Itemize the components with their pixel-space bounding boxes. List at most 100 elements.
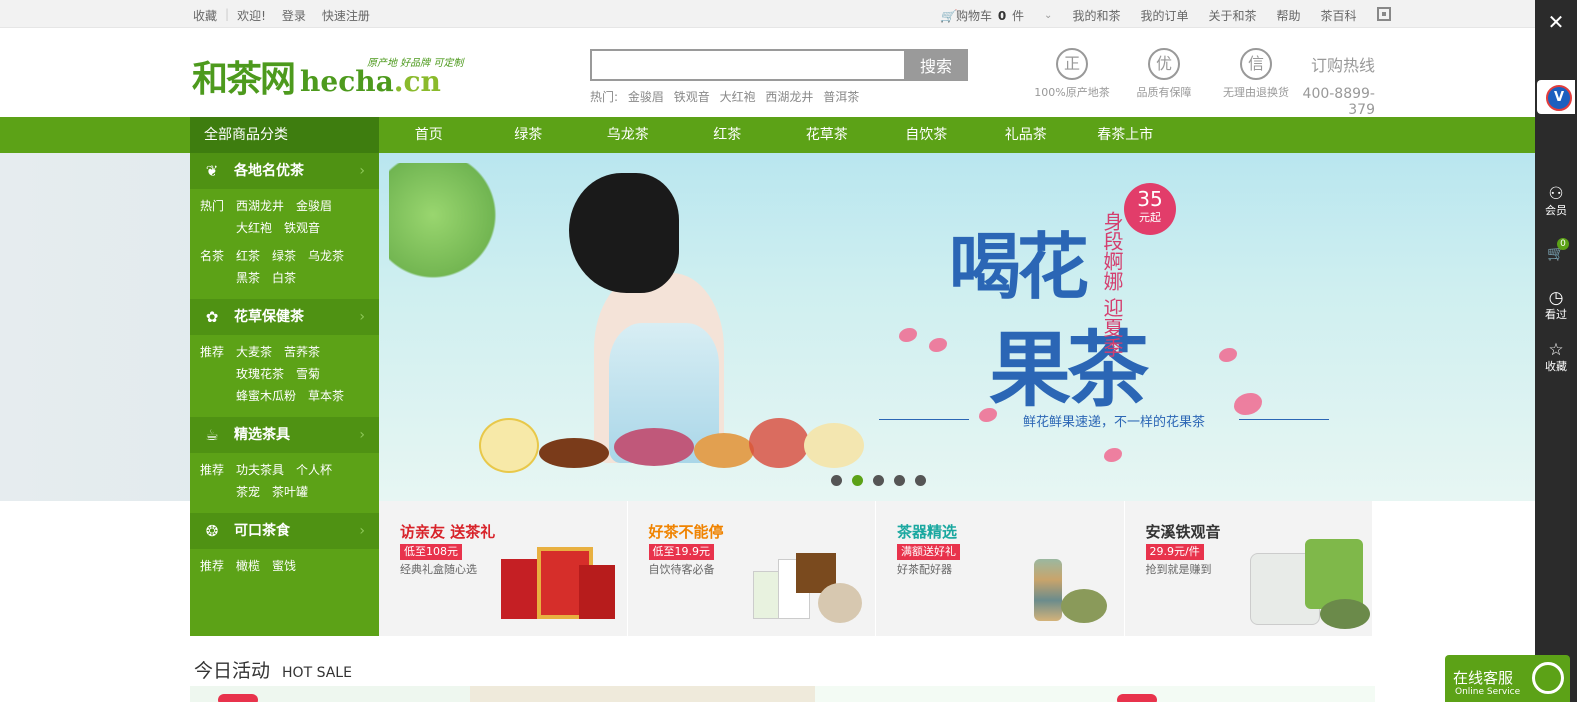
close-icon[interactable]: ✕: [1543, 10, 1569, 34]
my-orders-link[interactable]: 我的订单: [1130, 7, 1198, 24]
nav-herbal[interactable]: 花草茶: [777, 117, 877, 153]
cart-count: 0: [997, 9, 1007, 23]
order-hotline: 订购热线 400-8899-379: [1280, 52, 1375, 118]
row-label: 热门: [200, 199, 225, 213]
category-link[interactable]: 茶宠: [236, 481, 260, 503]
chat-icon: [1532, 662, 1564, 694]
logo-english: hecha.cn: [300, 65, 441, 98]
category-link[interactable]: 西湖龙井: [236, 195, 284, 217]
user-icon: ⚇: [1548, 184, 1564, 204]
category-link[interactable]: 绿茶: [272, 245, 296, 267]
promo-tag: 29.9元/件: [1145, 544, 1204, 560]
category-link[interactable]: 大红袍: [236, 217, 272, 239]
category-link[interactable]: 白茶: [272, 267, 296, 289]
category-link[interactable]: 苦荞茶: [284, 341, 320, 363]
category-link[interactable]: 大麦茶: [236, 341, 272, 363]
category-header[interactable]: ☕ 精选茶具 ›: [190, 417, 379, 453]
category-link[interactable]: 个人杯: [296, 459, 332, 481]
category-header[interactable]: ✿ 花草保健茶 ›: [190, 299, 379, 335]
cart-icon: 🛒: [1547, 246, 1565, 262]
hot-term[interactable]: 大红袍: [720, 90, 756, 104]
online-service-button[interactable]: 在线客服 Online Service: [1445, 655, 1570, 702]
category-link[interactable]: 铁观音: [284, 217, 320, 239]
chevron-right-icon: ›: [359, 163, 365, 179]
category-link[interactable]: 乌龙茶: [308, 245, 344, 267]
category-link[interactable]: 红茶: [236, 245, 260, 267]
category-link[interactable]: 草本茶: [308, 385, 344, 407]
nav-black-tea[interactable]: 红茶: [678, 117, 778, 153]
viewed-button[interactable]: ◷ 看过: [1535, 288, 1577, 322]
tea-wiki-link[interactable]: 茶百科: [1311, 7, 1367, 24]
qr-code-icon[interactable]: [1367, 7, 1401, 24]
cups-stack-image: [1034, 559, 1062, 621]
category-link[interactable]: 茶叶罐: [272, 481, 308, 503]
promise-label: 100%原产地茶: [1034, 86, 1110, 99]
login-link[interactable]: 登录: [274, 7, 314, 24]
category-link[interactable]: 功夫茶具: [236, 459, 284, 481]
category-link[interactable]: 黑茶: [236, 267, 260, 289]
cart-icon: 🛒: [940, 9, 955, 23]
carousel-dot[interactable]: [831, 475, 842, 486]
genuine-icon: 正: [1056, 48, 1088, 80]
activity-card[interactable]: [815, 686, 1375, 702]
hair-illustration: [569, 173, 679, 293]
category-link[interactable]: 橄榄: [236, 555, 260, 577]
nav-self-drink[interactable]: 自饮茶: [877, 117, 977, 153]
leaf-icon: ❦: [205, 162, 219, 180]
chevron-down-icon[interactable]: ⌄: [1034, 10, 1062, 21]
hot-term[interactable]: 普洱茶: [823, 90, 859, 104]
nav-gift-tea[interactable]: 礼品茶: [976, 117, 1076, 153]
promo-tile-gift[interactable]: 访亲友 送茶礼 低至108元 经典礼盒随心选: [379, 501, 628, 636]
my-hecha-link[interactable]: 我的和茶: [1062, 7, 1130, 24]
help-link[interactable]: 帮助: [1266, 7, 1310, 24]
category-link[interactable]: 雪菊: [296, 363, 320, 385]
teapot-image: [1061, 589, 1107, 623]
hot-term[interactable]: 西湖龙井: [765, 90, 813, 104]
hot-term[interactable]: 金骏眉: [628, 90, 664, 104]
carousel-dot[interactable]: [894, 475, 905, 486]
carousel-dot[interactable]: [873, 475, 884, 486]
category-tea-snacks: ❂ 可口茶食 › 推荐 橄榄 蜜饯: [190, 513, 379, 587]
member-button[interactable]: ⚇ 会员: [1535, 184, 1577, 218]
promo-tile-tieguanyin[interactable]: 安溪铁观音 29.9元/件 抢到就是赚到: [1124, 501, 1373, 636]
carousel-dots: [831, 475, 926, 486]
promo-tile-tea-ware[interactable]: 茶器精选 满额送好礼 好茶配好器: [876, 501, 1125, 636]
hero-banner[interactable]: 喝花 果茶 身段婀娜 迎夏季 35 元起 鲜花鲜果速递，不一样的花果茶: [379, 153, 1535, 501]
cart-link[interactable]: 🛒购物车 0 件: [930, 7, 1034, 24]
nav-oolong[interactable]: 乌龙茶: [578, 117, 678, 153]
nav-spring-tea[interactable]: 春茶上市: [1076, 117, 1176, 153]
activity-card[interactable]: [470, 686, 815, 702]
category-link[interactable]: 玫瑰花茶: [236, 363, 284, 385]
search-button[interactable]: 搜索: [904, 49, 968, 81]
category-link[interactable]: 蜜饯: [272, 555, 296, 577]
history-icon: ◷: [1548, 288, 1564, 308]
carousel-dot[interactable]: [915, 475, 926, 486]
nav-green-tea[interactable]: 绿茶: [479, 117, 579, 153]
favorite-link[interactable]: 收藏: [193, 7, 225, 24]
favorites-button[interactable]: ☆ 收藏: [1535, 340, 1577, 374]
register-link[interactable]: 快速注册: [314, 7, 378, 24]
cart-unit: 件: [1012, 9, 1025, 23]
carousel-dot-active[interactable]: [852, 475, 863, 486]
row-label: 推荐: [200, 345, 225, 359]
category-header[interactable]: ❦ 各地名优茶 ›: [190, 153, 379, 189]
category-header[interactable]: ❂ 可口茶食 ›: [190, 513, 379, 549]
promo-title: 安溪铁观音: [1145, 523, 1221, 541]
cart-button[interactable]: 0 🛒: [1535, 238, 1577, 264]
category-link[interactable]: 金骏眉: [296, 195, 332, 217]
row-label: 推荐: [200, 559, 225, 573]
hot-term[interactable]: 铁观音: [674, 90, 710, 104]
promo-tile-daily-tea[interactable]: 好茶不能停 低至19.9元 自饮待客必备: [627, 501, 876, 636]
all-categories-button[interactable]: 全部商品分类: [190, 117, 379, 153]
category-link[interactable]: 蜂蜜木瓜粉: [236, 385, 296, 407]
banner-side-text: 身段婀娜 迎夏季: [1100, 211, 1124, 358]
promo-subtitle: 自饮待客必备: [648, 563, 715, 576]
brand-logo-icon[interactable]: [1537, 80, 1575, 114]
search-input[interactable]: [590, 49, 908, 81]
promo-subtitle: 抢到就是赚到: [1145, 563, 1212, 576]
site-logo[interactable]: 和茶网 hecha.cn 原产地 好品牌 可定制: [192, 50, 463, 102]
about-link[interactable]: 关于和茶: [1198, 7, 1266, 24]
activity-card[interactable]: [190, 686, 470, 702]
nav-home[interactable]: 首页: [379, 117, 479, 153]
tea-cake-image: [817, 583, 862, 623]
